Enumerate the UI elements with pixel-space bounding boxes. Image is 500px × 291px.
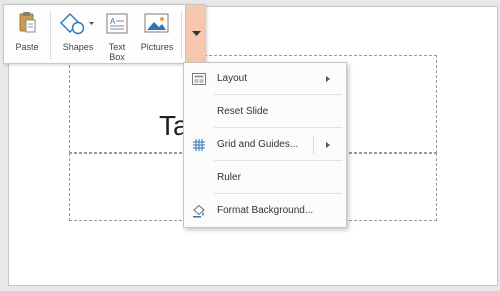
format-background-icon [193, 204, 205, 218]
pictures-label: Pictures [140, 42, 174, 52]
powerpoint-editor: Ta Paste Shapes A Text Box Pictures Layo… [0, 0, 500, 291]
menu-separator [214, 127, 342, 128]
submenu-arrow-icon [326, 76, 330, 82]
grid-icon [193, 139, 205, 151]
submenu-arrow-icon [326, 142, 330, 148]
menu-item-label: Layout [217, 73, 248, 84]
menu-item-grid-and-guides[interactable]: Grid and Guides... [184, 133, 346, 157]
paste-label: Paste [15, 42, 39, 52]
menu-item-label: Ruler [217, 172, 241, 183]
menu-item-reset-slide[interactable]: Reset Slide [184, 100, 346, 124]
pictures-icon [144, 13, 169, 33]
pictures-button[interactable]: Pictures [136, 5, 178, 63]
text-box-button[interactable]: A Text Box [100, 5, 134, 63]
submenu-divider [313, 136, 314, 154]
menu-separator [214, 94, 342, 95]
menu-item-label: Format Background... [217, 205, 314, 216]
text-box-label: Text Box [108, 42, 126, 62]
text-box-icon: A [106, 13, 128, 34]
mini-toolbar: Paste Shapes A Text Box Pictures [3, 4, 206, 64]
menu-item-ruler[interactable]: Ruler [184, 166, 346, 190]
toolbar-separator [181, 11, 182, 59]
shapes-icon [60, 13, 94, 35]
clipboard-icon [19, 12, 36, 33]
shapes-button[interactable]: Shapes [56, 5, 100, 63]
menu-separator [214, 160, 342, 161]
menu-item-label: Reset Slide [217, 106, 269, 117]
menu-item-layout[interactable]: Layout [184, 67, 346, 91]
menu-item-label: Grid and Guides... [217, 139, 299, 150]
toolbar-separator [50, 11, 51, 59]
layout-icon [192, 73, 206, 85]
more-options-button[interactable] [185, 5, 206, 63]
menu-item-format-background[interactable]: Format Background... [184, 199, 346, 223]
chevron-down-icon [192, 31, 201, 36]
paste-button[interactable]: Paste [8, 5, 46, 63]
svg-text:A: A [110, 17, 116, 26]
shapes-label: Shapes [62, 42, 94, 52]
context-menu: Layout Reset Slide Grid and Guides... Ru… [183, 62, 347, 228]
menu-separator [214, 193, 342, 194]
